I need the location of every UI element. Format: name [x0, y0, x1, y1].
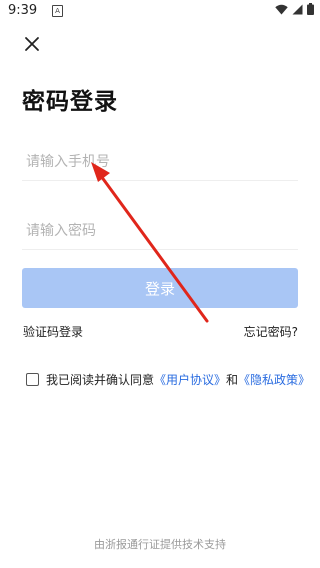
signal-icon — [292, 4, 303, 14]
phone-input[interactable] — [22, 144, 298, 180]
agreement-prefix: 我已阅读并确认同意 — [46, 373, 155, 387]
forgot-password-link[interactable]: 忘记密码? — [244, 323, 298, 340]
privacy-policy-link[interactable]: 《隐私政策》 — [238, 371, 310, 388]
agreement-checkbox[interactable] — [26, 373, 39, 386]
login-button[interactable]: 登录 — [22, 268, 298, 308]
agreement-and: 和 — [226, 373, 239, 387]
user-agreement-link[interactable]: 《用户协议》 — [154, 371, 226, 388]
battery-icon — [307, 3, 314, 15]
status-bar: 9:39 A — [0, 0, 320, 22]
sms-login-link[interactable]: 验证码登录 — [23, 323, 83, 340]
password-input[interactable] — [22, 213, 298, 249]
footer-text: 由浙报通行证提供技术支持 — [94, 538, 226, 551]
page-title: 密码登录 — [22, 89, 118, 115]
status-time: 9:39 — [8, 3, 38, 18]
phone-field — [22, 144, 298, 181]
status-icons — [275, 3, 314, 15]
close-button[interactable] — [20, 32, 44, 56]
notification-icon: A — [52, 5, 63, 17]
wifi-icon — [275, 4, 288, 14]
password-field — [22, 213, 298, 250]
agreement-row: 我已阅读并确认同意 《用户协议》 和 《隐私政策》 — [26, 371, 316, 388]
close-icon — [25, 37, 39, 51]
